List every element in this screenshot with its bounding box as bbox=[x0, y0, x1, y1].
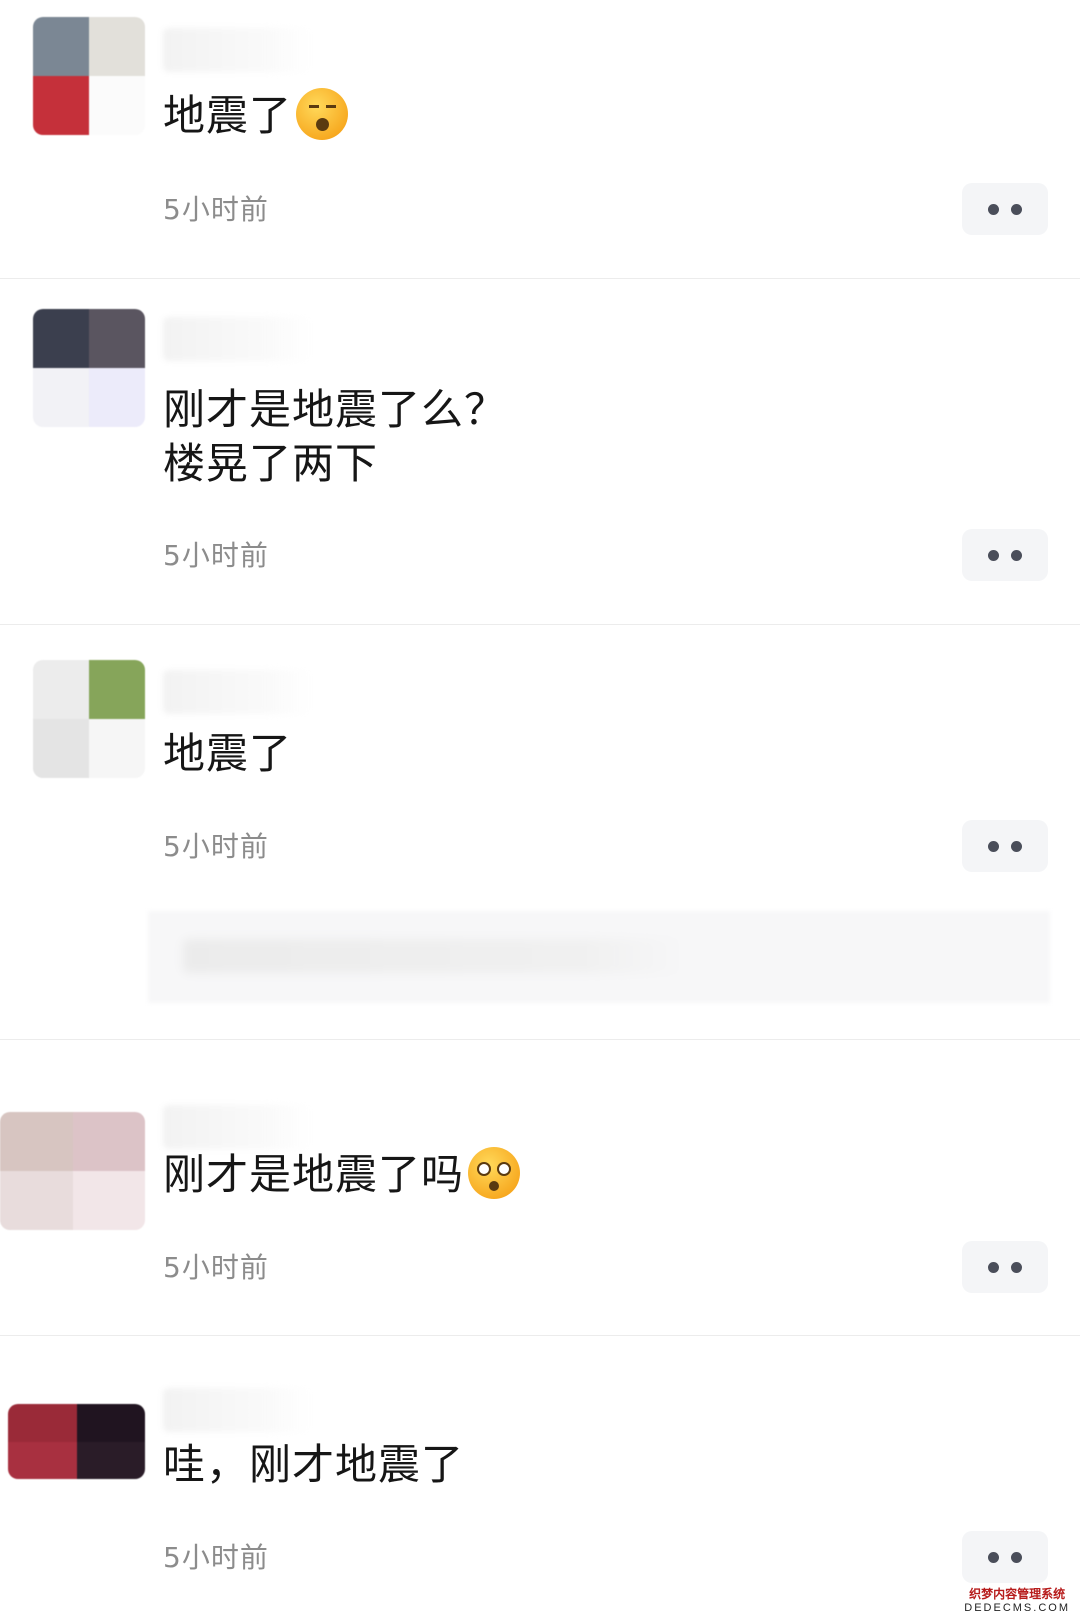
shocked-face-icon bbox=[468, 1147, 521, 1199]
more-options-button[interactable] bbox=[962, 529, 1048, 581]
more-options-button[interactable] bbox=[962, 1531, 1048, 1583]
comment-line: 刚才是地震了么？ bbox=[163, 385, 508, 434]
dot-icon bbox=[988, 840, 999, 852]
comment-time: 5小时前 bbox=[163, 1251, 269, 1284]
comment-item: 刚才是地震了吗 5小时前 bbox=[0, 1040, 1080, 1336]
dot-icon bbox=[1011, 840, 1022, 852]
comment-text: 地震了 bbox=[163, 88, 349, 143]
avatar[interactable] bbox=[33, 309, 145, 427]
username-blurred[interactable] bbox=[163, 670, 313, 714]
comment-time: 5小时前 bbox=[163, 1541, 269, 1574]
comment-time: 5小时前 bbox=[163, 539, 269, 572]
username-blurred[interactable] bbox=[163, 317, 313, 361]
reply-preview-blurred[interactable] bbox=[148, 911, 1050, 1003]
dot-icon bbox=[1011, 1261, 1022, 1273]
comment-time: 5小时前 bbox=[163, 830, 269, 863]
reply-text-blurred bbox=[183, 939, 683, 973]
comment-text: 哇，刚才地震了 bbox=[163, 1440, 465, 1489]
avatar[interactable] bbox=[8, 1404, 145, 1479]
comment-time: 5小时前 bbox=[163, 193, 269, 226]
comment-item: 哇，刚才地震了 5小时前 bbox=[0, 1336, 1080, 1621]
username-blurred[interactable] bbox=[163, 1388, 313, 1432]
dot-icon bbox=[988, 1551, 999, 1563]
dot-icon bbox=[988, 203, 999, 215]
more-options-button[interactable] bbox=[962, 1241, 1048, 1293]
username-blurred[interactable] bbox=[163, 1105, 313, 1149]
dot-icon bbox=[1011, 203, 1022, 215]
avatar[interactable] bbox=[0, 1112, 145, 1230]
username-blurred[interactable] bbox=[163, 28, 313, 72]
sleepy-face-icon bbox=[296, 88, 349, 140]
dot-icon bbox=[988, 1261, 999, 1273]
comment-item: 地震了 5小时前 bbox=[0, 0, 1080, 279]
avatar[interactable] bbox=[33, 17, 145, 135]
more-options-button[interactable] bbox=[962, 183, 1048, 235]
comment-line: 楼晃了两下 bbox=[163, 439, 379, 488]
dot-icon bbox=[1011, 1551, 1022, 1563]
more-options-button[interactable] bbox=[962, 820, 1048, 872]
comment-text: 刚才是地震了么？ 楼晃了两下 bbox=[163, 383, 507, 491]
dot-icon bbox=[1011, 549, 1022, 561]
comment-text: 地震了 bbox=[163, 729, 293, 778]
watermark: 织梦内容管理系统 DEDECMS.COM bbox=[964, 1587, 1070, 1614]
comment-item: 刚才是地震了么？ 楼晃了两下 5小时前 bbox=[0, 279, 1080, 625]
avatar[interactable] bbox=[33, 660, 145, 778]
comment-text: 刚才是地震了吗 bbox=[163, 1147, 521, 1202]
dot-icon bbox=[988, 549, 999, 561]
